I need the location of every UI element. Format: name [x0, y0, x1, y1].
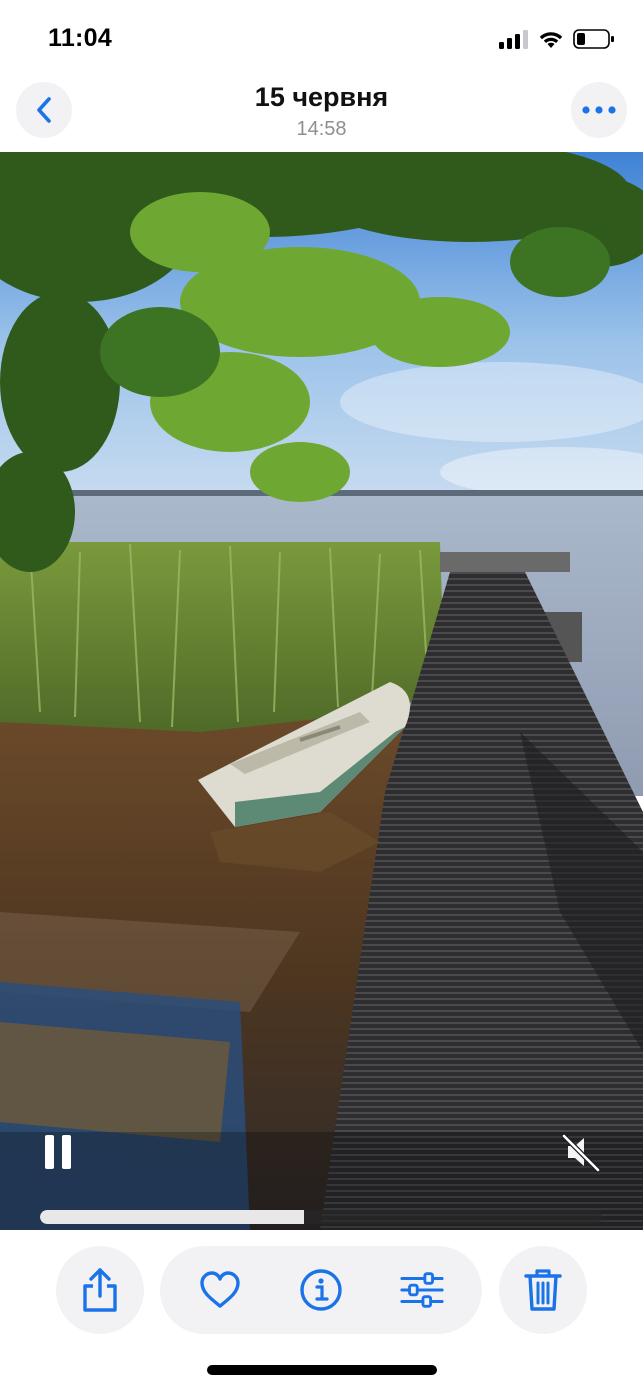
favorite-button[interactable] — [198, 1268, 242, 1312]
status-bar: 11:04 — [0, 0, 643, 78]
wifi-icon — [539, 32, 563, 48]
battery-icon — [573, 29, 614, 49]
delete-button[interactable] — [499, 1246, 587, 1334]
signal-icon — [499, 30, 528, 49]
page-subtitle: 14:58 — [296, 118, 347, 140]
mute-button[interactable] — [558, 1130, 602, 1174]
more-button[interactable] — [571, 82, 627, 138]
video-progress-bar[interactable] — [40, 1210, 602, 1224]
pause-button[interactable] — [38, 1130, 78, 1174]
trash-icon — [524, 1269, 562, 1311]
info-icon — [300, 1269, 342, 1311]
share-button[interactable] — [56, 1246, 144, 1334]
edit-button[interactable] — [400, 1268, 444, 1312]
info-button[interactable] — [299, 1268, 343, 1312]
progress-fill — [40, 1210, 305, 1224]
action-group — [160, 1246, 482, 1334]
pause-icon — [45, 1135, 71, 1169]
status-time: 11:04 — [48, 24, 113, 52]
share-icon — [83, 1268, 117, 1312]
speaker-muted-icon — [561, 1133, 601, 1173]
video-view[interactable] — [0, 152, 643, 1230]
lake-scene — [0, 152, 643, 1230]
nav-header: 15 червня 14:58 — [0, 78, 643, 152]
bottom-toolbar — [0, 1230, 643, 1340]
page-title: 15 червня — [254, 82, 389, 112]
adjust-icon — [400, 1272, 444, 1308]
home-indicator — [207, 1365, 437, 1375]
heart-icon — [200, 1271, 240, 1308]
ellipsis-icon — [582, 106, 616, 114]
status-icons — [499, 27, 615, 51]
